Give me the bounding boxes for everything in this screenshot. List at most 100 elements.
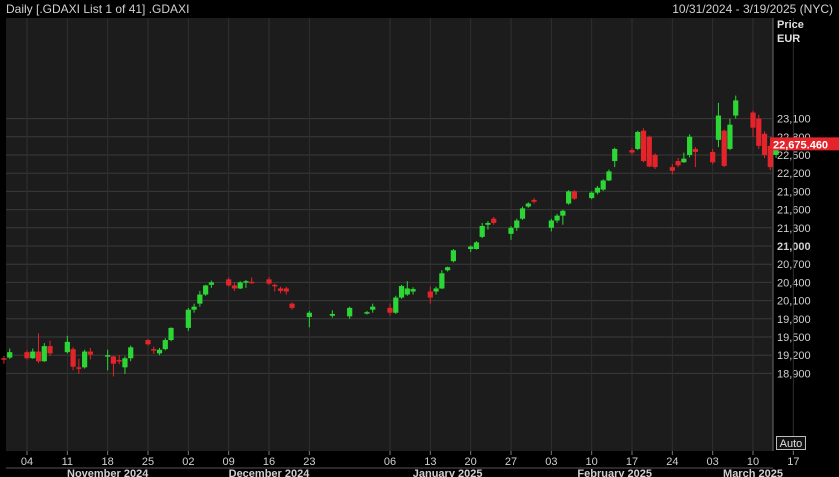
candle-body xyxy=(727,124,733,149)
candle-body xyxy=(203,285,209,295)
candle-body xyxy=(7,352,13,358)
candle-body xyxy=(329,313,335,316)
candle-body xyxy=(231,285,238,289)
auto-scale-button[interactable]: Auto xyxy=(776,436,806,450)
candle-body xyxy=(1,358,7,360)
x-tick-label: 17 xyxy=(626,456,638,468)
candle-body xyxy=(393,297,399,313)
candle-body xyxy=(721,130,727,166)
axis-unit: EUR xyxy=(777,33,800,45)
x-tick-label: 11 xyxy=(62,456,73,468)
candle-body xyxy=(30,351,36,359)
candle-body xyxy=(710,151,716,163)
candle-body xyxy=(589,192,595,199)
candle-body xyxy=(243,281,249,283)
candle-body xyxy=(715,115,722,140)
candle-body xyxy=(347,307,353,317)
candle-body xyxy=(70,349,76,367)
month-label: March 2025 xyxy=(723,468,783,477)
candle-body xyxy=(473,242,480,250)
x-tick-label: 10 xyxy=(586,456,598,468)
candle-body xyxy=(191,306,197,310)
candle-body xyxy=(110,356,117,364)
candle-body xyxy=(681,158,687,163)
x-tick-label: 16 xyxy=(263,456,275,468)
x-tick-label: 27 xyxy=(505,456,517,468)
candle-body xyxy=(398,286,405,298)
candle-body xyxy=(750,112,756,128)
candle-body xyxy=(548,220,554,228)
candle-body xyxy=(468,246,474,250)
candle-body xyxy=(116,360,122,362)
candle-body xyxy=(122,358,128,368)
x-tick-label: 20 xyxy=(465,456,477,468)
x-tick-label: 24 xyxy=(666,456,678,468)
candle-body xyxy=(283,288,289,292)
candle-body xyxy=(612,148,618,162)
last-price-label: 22,675.460 xyxy=(773,139,828,151)
candle-body xyxy=(404,288,410,295)
candle-body xyxy=(87,351,93,355)
candle-body xyxy=(151,349,157,351)
candle-body xyxy=(145,340,151,345)
candle-body xyxy=(554,215,560,221)
candle-body xyxy=(249,281,255,284)
x-tick-label: 25 xyxy=(142,456,154,468)
month-label: November 2024 xyxy=(67,468,149,477)
candle-body xyxy=(479,225,485,237)
candle-body xyxy=(237,282,243,289)
chart-title: Daily [.GDAXI List 1 of 41] .GDAXI xyxy=(6,2,190,16)
x-tick-label: 03 xyxy=(545,456,557,468)
x-tick-label: 18 xyxy=(102,456,114,468)
candle-body xyxy=(156,349,163,354)
x-tick-label: 17 xyxy=(787,456,799,468)
x-tick-label: 06 xyxy=(384,456,396,468)
candle-body xyxy=(606,171,612,181)
candle-body xyxy=(226,279,232,286)
x-tick-label: 02 xyxy=(182,456,194,468)
candle-body xyxy=(185,309,191,328)
date-range: 10/31/2024 - 3/19/2025 (NYC) xyxy=(672,2,833,16)
x-tick-label: 09 xyxy=(223,456,235,468)
candle-body xyxy=(525,203,531,207)
candle-body xyxy=(675,161,681,166)
candle-body xyxy=(427,291,433,298)
candle-body xyxy=(197,294,203,304)
candle-body xyxy=(76,367,82,369)
candle-body xyxy=(756,118,762,146)
candle-body xyxy=(566,191,572,204)
candle-body xyxy=(266,279,272,284)
candle-body xyxy=(24,352,30,359)
chart-window: 23,10022,80022,50022,20021,90021,60021,3… xyxy=(0,0,839,477)
candle-body xyxy=(289,303,295,308)
candle-body xyxy=(652,155,658,168)
candle-body xyxy=(439,273,445,289)
candlestick-chart[interactable]: 23,10022,80022,50022,20021,90021,60021,3… xyxy=(0,0,839,477)
candle-body xyxy=(508,227,514,234)
candle-body xyxy=(35,351,42,362)
candle-body xyxy=(162,340,168,350)
candle-body xyxy=(128,347,134,359)
candle-body xyxy=(519,208,526,219)
candle-body xyxy=(687,136,693,155)
candle-body xyxy=(514,220,520,228)
candle-body xyxy=(306,312,312,317)
candle-body xyxy=(669,167,675,171)
x-tick-label: 23 xyxy=(303,456,315,468)
x-tick-label: 10 xyxy=(747,456,759,468)
candle-body xyxy=(208,282,214,285)
axis-title: Price xyxy=(777,19,804,31)
candle-body xyxy=(733,100,739,116)
candle-body xyxy=(594,187,601,193)
candle-body xyxy=(640,130,647,162)
x-tick-label: 04 xyxy=(21,456,33,468)
candle-body xyxy=(450,250,456,262)
x-tick-label: 13 xyxy=(424,456,436,468)
candle-body xyxy=(485,222,491,225)
candle-body xyxy=(410,289,416,292)
candle-body xyxy=(560,210,566,216)
candle-body xyxy=(531,199,537,202)
candle-body xyxy=(64,341,70,353)
candle-body xyxy=(635,131,641,149)
candle-body xyxy=(387,307,393,313)
